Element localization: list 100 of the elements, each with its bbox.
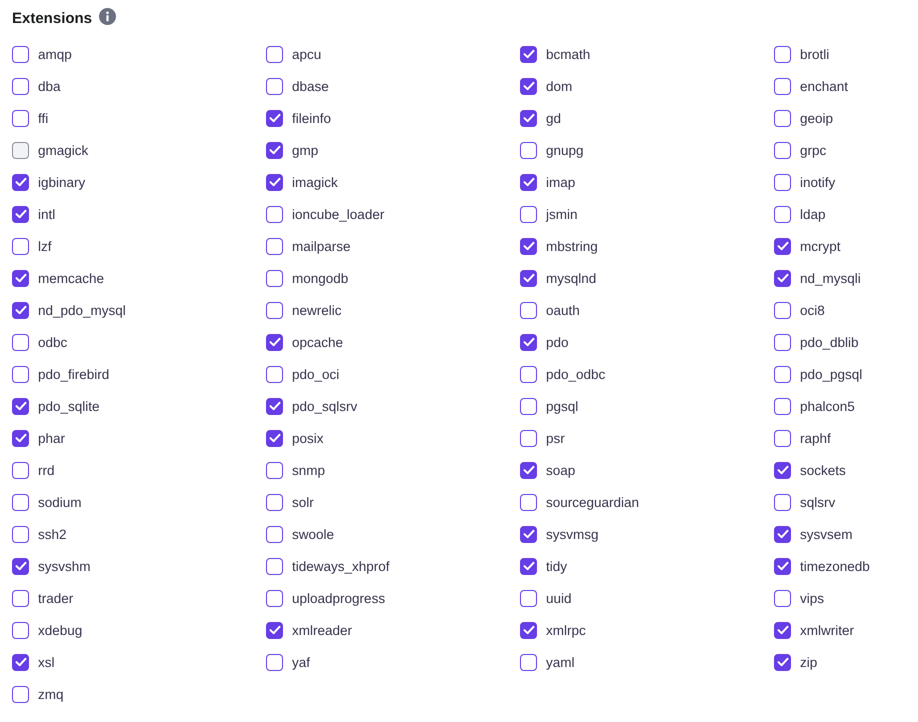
check-icon [268, 623, 282, 637]
checkbox[interactable] [774, 238, 791, 254]
info-icon[interactable] [99, 8, 116, 24]
checkbox[interactable] [266, 302, 283, 318]
checkbox[interactable] [520, 302, 537, 318]
checkbox[interactable] [12, 558, 29, 574]
checkbox[interactable] [12, 398, 29, 414]
checkbox[interactable] [520, 558, 537, 574]
checkbox[interactable] [520, 366, 537, 382]
checkbox[interactable] [12, 46, 29, 62]
checkbox[interactable] [266, 142, 283, 158]
checkbox[interactable] [774, 430, 791, 446]
checkbox[interactable] [520, 78, 537, 94]
checkbox[interactable] [12, 238, 29, 254]
checkbox[interactable] [774, 494, 791, 510]
checkbox-label: lzf [38, 238, 52, 254]
checkbox[interactable] [266, 462, 283, 478]
checkbox[interactable] [520, 622, 537, 638]
checkbox-label: timezonedb [800, 558, 870, 574]
checkbox[interactable] [12, 430, 29, 446]
checkbox[interactable] [520, 430, 537, 446]
checkbox[interactable] [266, 78, 283, 94]
checkbox[interactable] [12, 110, 29, 126]
checkbox[interactable] [12, 302, 29, 318]
checkbox[interactable] [266, 398, 283, 414]
checkbox[interactable] [12, 462, 29, 478]
checkbox[interactable] [266, 110, 283, 126]
checkbox[interactable] [774, 462, 791, 478]
checkbox[interactable] [12, 622, 29, 638]
checkbox[interactable] [266, 654, 283, 670]
checkbox[interactable] [12, 174, 29, 190]
checkbox[interactable] [12, 366, 29, 382]
checkbox-label: enchant [800, 78, 848, 94]
checkbox[interactable] [774, 654, 791, 670]
check-icon [776, 655, 790, 669]
checkbox-label: tideways_xhprof [292, 558, 390, 574]
checkbox[interactable] [774, 206, 791, 222]
check-icon [522, 79, 536, 93]
checkbox[interactable] [774, 398, 791, 414]
checkbox-label: pdo_oci [292, 366, 340, 382]
checkbox[interactable] [266, 558, 283, 574]
check-icon [522, 239, 536, 253]
checkbox[interactable] [774, 302, 791, 318]
checkbox-label: mcrypt [800, 238, 840, 254]
checkbox[interactable] [266, 526, 283, 542]
checkbox[interactable] [520, 590, 537, 606]
checkbox[interactable] [520, 526, 537, 542]
checkbox[interactable] [266, 174, 283, 190]
checkbox-label: uploadprogress [292, 590, 386, 606]
checkbox[interactable] [520, 462, 537, 478]
checkbox[interactable] [520, 238, 537, 254]
checkbox[interactable] [520, 270, 537, 286]
checkbox[interactable] [520, 46, 537, 62]
checkbox[interactable] [266, 366, 283, 382]
checkbox[interactable] [774, 526, 791, 542]
checkbox[interactable] [520, 494, 537, 510]
checkbox[interactable] [12, 78, 29, 94]
checkbox[interactable] [266, 590, 283, 606]
checkbox[interactable] [520, 142, 537, 158]
checkbox-label: ffi [38, 110, 48, 126]
checkbox[interactable] [12, 334, 29, 350]
checkbox[interactable] [774, 78, 791, 94]
checkbox[interactable] [266, 622, 283, 638]
checkbox-label: nd_mysqli [800, 270, 861, 286]
checkbox[interactable] [520, 334, 537, 350]
checkbox[interactable] [266, 430, 283, 446]
checkbox[interactable] [520, 110, 537, 126]
check-icon [268, 399, 282, 413]
checkbox[interactable] [266, 46, 283, 62]
checkbox[interactable] [12, 494, 29, 510]
checkbox[interactable] [266, 494, 283, 510]
checkbox[interactable] [774, 366, 791, 382]
checkbox[interactable] [12, 590, 29, 606]
checkbox[interactable] [774, 142, 791, 158]
checkbox[interactable] [774, 270, 791, 286]
checkbox[interactable] [12, 206, 29, 222]
checkbox[interactable] [774, 110, 791, 126]
checkbox[interactable] [266, 238, 283, 254]
checkbox[interactable] [266, 270, 283, 286]
checkbox[interactable] [266, 334, 283, 350]
checkbox[interactable] [12, 526, 29, 542]
checkbox[interactable] [774, 46, 791, 62]
checkbox[interactable] [12, 686, 29, 702]
checkbox-label: mailparse [292, 238, 351, 254]
checkbox[interactable] [520, 398, 537, 414]
checkbox-label: yaml [546, 654, 575, 670]
checkbox-label: pdo_pgsql [800, 366, 862, 382]
checkbox-label: imagick [292, 174, 338, 190]
checkbox[interactable] [12, 654, 29, 670]
checkbox[interactable] [774, 590, 791, 606]
checkbox[interactable] [12, 270, 29, 286]
checkbox-label: intl [38, 206, 56, 222]
checkbox[interactable] [266, 206, 283, 222]
checkbox[interactable] [774, 334, 791, 350]
checkbox[interactable] [520, 206, 537, 222]
checkbox[interactable] [774, 174, 791, 190]
checkbox[interactable] [774, 622, 791, 638]
checkbox[interactable] [774, 558, 791, 574]
checkbox[interactable] [520, 174, 537, 190]
checkbox[interactable] [520, 654, 537, 670]
